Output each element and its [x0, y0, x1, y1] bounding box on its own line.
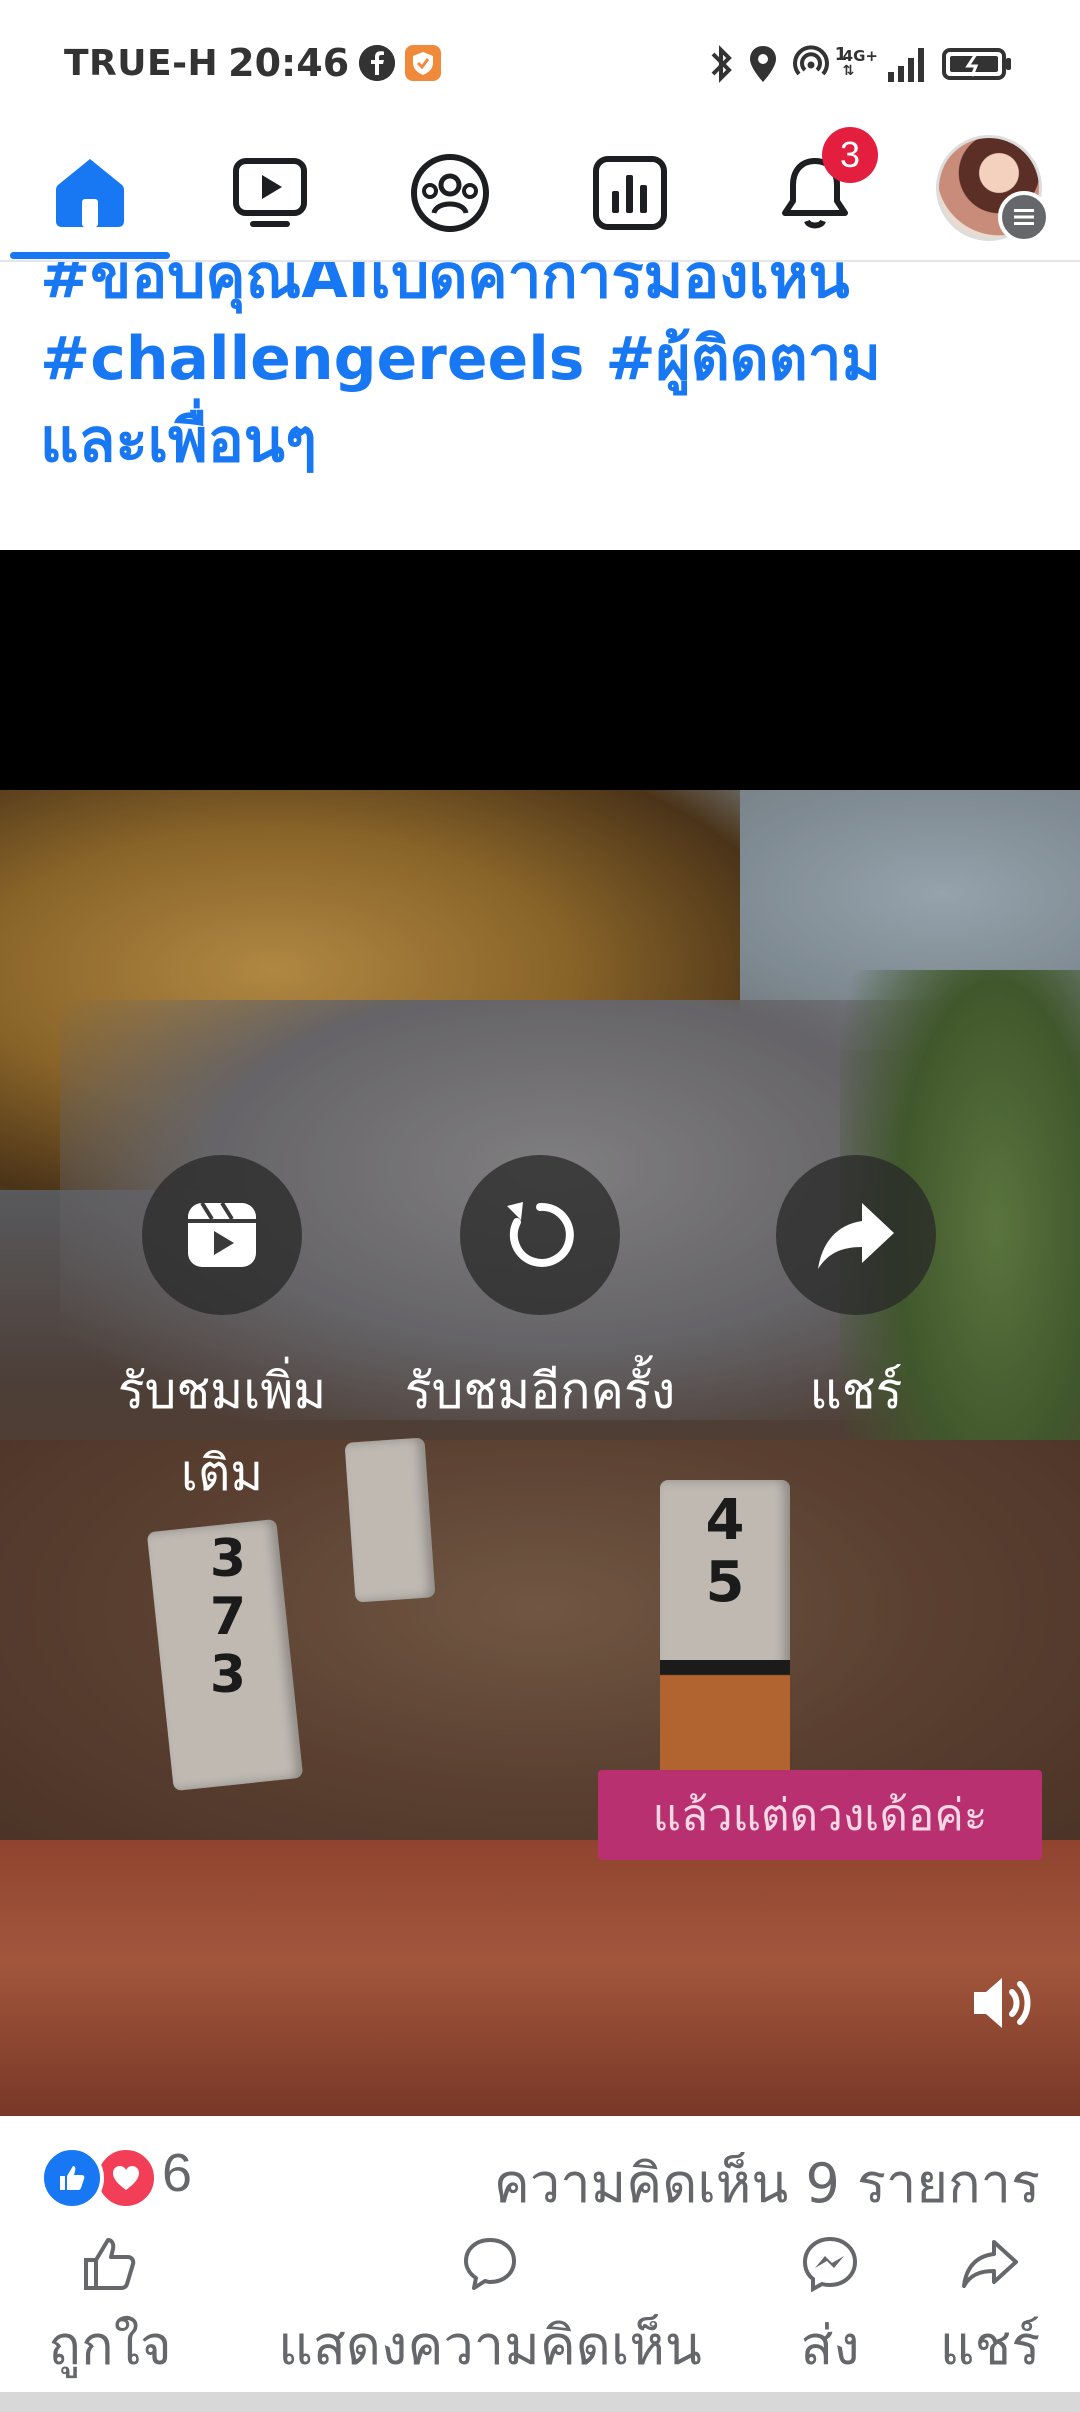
notification-badge: 3	[822, 127, 878, 183]
reaction-icons[interactable]	[40, 2146, 158, 2210]
menu-icon[interactable]	[998, 191, 1050, 243]
status-clock: 20:46	[228, 41, 350, 85]
video-letterbox	[0, 550, 1080, 790]
watch-more-label[interactable]: รับชมเพิ่ม เติม	[92, 1350, 352, 1514]
share-icon	[962, 2240, 1018, 2288]
battery-icon	[942, 48, 1011, 80]
post-actions: ถูกใจ แสดงความคิดเห็น ส่ง แชร์	[0, 2234, 1080, 2394]
watch-more-button[interactable]	[142, 1155, 302, 1315]
share-video-button[interactable]	[776, 1155, 936, 1315]
nav-active-indicator	[10, 252, 170, 259]
caption-line[interactable]: #ขอบคุณAIเปิดค่าการมองเห็น	[40, 262, 1060, 318]
comment-icon	[464, 2238, 516, 2290]
like-label: ถูกใจ	[48, 2314, 172, 2377]
messenger-icon	[802, 2236, 858, 2293]
network-type: 1 4G+ ⇅	[834, 44, 878, 79]
share-button[interactable]: แชร์	[920, 2234, 1060, 2388]
groups-icon	[411, 153, 489, 232]
share-video-label[interactable]: แชร์	[776, 1350, 936, 1432]
watch-again-label[interactable]: รับชมอีกครั้ง	[380, 1350, 700, 1432]
video-icon	[233, 157, 307, 227]
comment-button[interactable]: แสดงความคิดเห็น	[250, 2234, 730, 2388]
comment-label: แสดงความคิดเห็น	[278, 2314, 702, 2377]
shield-app-icon	[405, 45, 442, 81]
volume-button[interactable]	[968, 1968, 1038, 2038]
hotspot-icon	[792, 45, 829, 76]
thumbs-up-icon	[84, 2238, 136, 2290]
watch-more-control[interactable]	[142, 1155, 302, 1315]
bluetooth-icon	[711, 45, 732, 83]
status-right: 1 4G+ ⇅	[707, 42, 1012, 86]
carrier-label: TRUE-H	[64, 42, 219, 84]
bottom-scroll-bar	[0, 2392, 1080, 2412]
video-subtitle: แล้วแต่ดวงเด้อค่ะ	[598, 1770, 1042, 1860]
replay-icon	[507, 1202, 574, 1267]
caption-line[interactable]: และเพื่อนๆ	[40, 400, 1060, 482]
location-icon	[749, 46, 776, 82]
like-button[interactable]: ถูกใจ	[30, 2234, 190, 2388]
reaction-count[interactable]: 6	[162, 2142, 192, 2204]
nav-dashboard[interactable]	[580, 125, 680, 260]
facebook-notification-icon	[359, 45, 396, 81]
caption-line[interactable]: #challengereels #ผู้ติดตาม	[40, 318, 1060, 400]
reels-icon	[188, 1201, 256, 1267]
nav-notifications[interactable]: 3	[760, 125, 878, 260]
dashboard-icon	[593, 155, 667, 230]
post-caption-area: #ขอบคุณAIเปิดค่าการมองเห็น #challengeree…	[0, 262, 1080, 550]
share-video-control[interactable]	[776, 1155, 936, 1315]
home-icon	[56, 158, 124, 227]
send-button[interactable]: ส่ง	[770, 2234, 890, 2388]
status-bar: TRUE-H 20:46 1 4G+ ⇅	[0, 0, 1080, 125]
like-reaction-icon	[40, 2146, 104, 2210]
nav-groups[interactable]	[400, 125, 500, 260]
share-arrow-icon	[818, 1203, 894, 1269]
status-left: TRUE-H 20:46	[64, 38, 442, 88]
signal-icon	[888, 48, 924, 82]
speaker-icon	[974, 1978, 1031, 2028]
comments-count[interactable]: ความคิดเห็น 9 รายการ	[494, 2140, 1040, 2226]
nav-video[interactable]	[220, 125, 320, 260]
post-caption: #ขอบคุณAIเปิดค่าการมองเห็น #challengeree…	[40, 262, 1060, 482]
send-label: ส่ง	[800, 2314, 860, 2377]
reactions-summary: 6 ความคิดเห็น 9 รายการ	[0, 2116, 1080, 2234]
watch-again-control[interactable]	[460, 1155, 620, 1315]
nav-home[interactable]	[40, 125, 140, 260]
share-label: แชร์	[939, 2314, 1041, 2377]
watch-again-button[interactable]	[460, 1155, 620, 1315]
top-nav-bar: 3	[0, 125, 1080, 262]
